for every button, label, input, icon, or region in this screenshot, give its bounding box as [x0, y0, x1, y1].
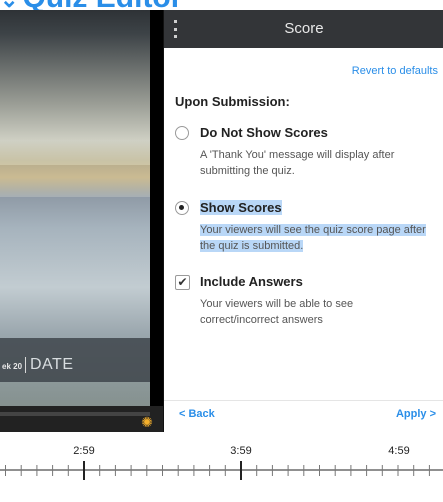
video-controls: ✺: [0, 406, 163, 432]
timeline-label: 2:59: [73, 445, 94, 457]
back-button[interactable]: < Back: [179, 408, 215, 420]
overlay-date-text: DATE: [30, 356, 74, 373]
timeline-label: 3:59: [230, 445, 251, 457]
video-lower-third: ek 20 DATE: [0, 338, 150, 382]
timeline-svg: 2:59 3:59 4:59: [0, 445, 443, 480]
checkbox-label[interactable]: Include Answers: [200, 274, 303, 289]
video-progress-track[interactable]: [0, 412, 150, 416]
overlay-small-text: ek 20: [2, 362, 23, 371]
checkbox-description-line: correct/incorrect answers: [200, 314, 323, 326]
section-title: Upon Submission:: [175, 94, 290, 109]
panel-footer: < Back Apply >: [164, 400, 443, 433]
option-label-text: Show Scores: [200, 200, 282, 215]
option-description-line: the quiz is submitted.: [200, 240, 304, 252]
option-label[interactable]: Do Not Show Scores: [200, 125, 328, 140]
video-preview[interactable]: ek 20 DATE ✺: [0, 10, 163, 432]
checkbox-description: Your viewers will be able to see correct…: [200, 296, 443, 328]
panel-header: Score: [164, 10, 443, 48]
timeline-label: 4:59: [388, 445, 409, 457]
panel-title: Score: [284, 20, 324, 37]
loading-spinner-icon: ✺: [141, 414, 153, 430]
apply-button[interactable]: Apply >: [396, 408, 436, 420]
option-description-line: submitting the quiz.: [200, 165, 295, 177]
option-description: Your viewers will see the quiz score pag…: [200, 222, 443, 254]
app-title: ⌄ Quiz Editor: [0, 0, 443, 10]
option-label[interactable]: Show Scores: [200, 200, 282, 215]
option-description: A 'Thank You' message will display after…: [200, 147, 443, 179]
score-panel: Score Revert to defaults Upon Submission…: [163, 10, 443, 432]
revert-to-defaults-link[interactable]: Revert to defaults: [352, 65, 438, 77]
checkmark-icon[interactable]: ✔: [175, 275, 190, 290]
timeline-ruler[interactable]: 2:59 3:59 4:59: [0, 432, 443, 497]
option-description-line: A 'Thank You' message will display after: [200, 149, 395, 161]
chevron-down-icon: ⌄: [0, 0, 18, 10]
checkbox-description-line: Your viewers will be able to see: [200, 298, 354, 310]
option-description-line: Your viewers will see the quiz score pag…: [200, 224, 426, 236]
app-title-text: Quiz Editor: [22, 0, 182, 10]
overlay-separator: [25, 357, 26, 373]
radio-do-not-show-scores[interactable]: [175, 126, 189, 140]
video-frame: ek 20 DATE: [0, 10, 150, 406]
radio-show-scores[interactable]: [175, 201, 189, 215]
video-landscape: [0, 165, 150, 197]
